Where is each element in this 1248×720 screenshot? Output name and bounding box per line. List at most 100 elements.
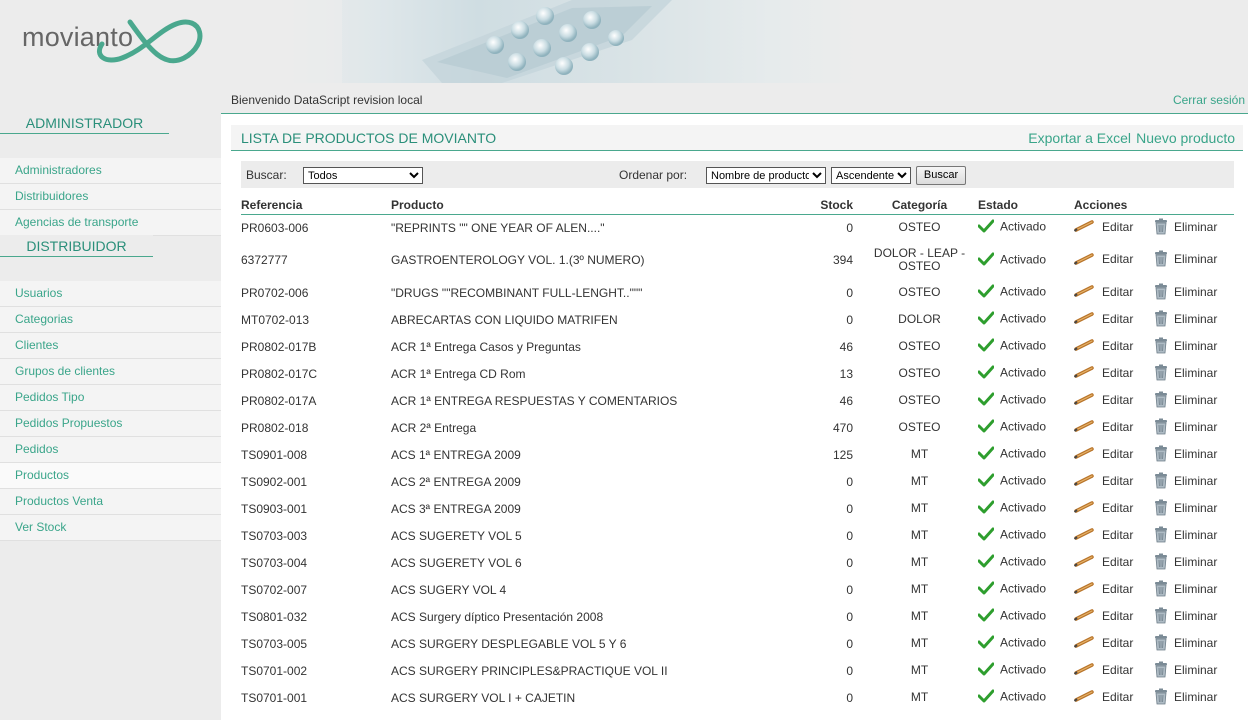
cell-editar[interactable]: Editar <box>1073 241 1154 279</box>
pencil-icon[interactable] <box>1073 420 1096 435</box>
pencil-icon[interactable] <box>1073 252 1096 268</box>
sidebar-item-agencias-de-transporte[interactable]: Agencias de transporte <box>0 210 221 236</box>
edit-link[interactable]: Editar <box>1102 555 1133 569</box>
pencil-icon[interactable] <box>1073 474 1096 489</box>
cell-eliminar[interactable]: Eliminar <box>1154 441 1234 468</box>
cell-editar[interactable]: Editar <box>1073 522 1154 549</box>
trash-icon[interactable] <box>1154 553 1168 573</box>
pencil-icon[interactable] <box>1073 366 1096 381</box>
trash-icon[interactable] <box>1154 661 1168 681</box>
cell-eliminar[interactable]: Eliminar <box>1154 657 1234 684</box>
pencil-icon[interactable] <box>1073 447 1096 462</box>
cell-eliminar[interactable]: Eliminar <box>1154 495 1234 522</box>
delete-link[interactable]: Eliminar <box>1174 393 1217 407</box>
delete-link[interactable]: Eliminar <box>1174 663 1217 677</box>
search-button[interactable]: Buscar <box>916 166 966 185</box>
column-header-stock[interactable]: Stock <box>811 197 861 215</box>
pencil-icon[interactable] <box>1073 555 1096 570</box>
cell-editar[interactable]: Editar <box>1073 306 1154 333</box>
edit-link[interactable]: Editar <box>1102 690 1133 704</box>
edit-link[interactable]: Editar <box>1102 609 1133 623</box>
pencil-icon[interactable] <box>1073 285 1096 300</box>
trash-icon[interactable] <box>1154 472 1168 492</box>
cell-editar[interactable]: Editar <box>1073 576 1154 603</box>
delete-link[interactable]: Eliminar <box>1174 555 1217 569</box>
pencil-icon[interactable] <box>1073 528 1096 543</box>
order-by-select[interactable]: Nombre de producto <box>706 167 826 184</box>
cell-editar[interactable]: Editar <box>1073 657 1154 684</box>
new-product-link[interactable]: Nuevo producto <box>1136 130 1235 146</box>
edit-link[interactable]: Editar <box>1102 501 1133 515</box>
delete-link[interactable]: Eliminar <box>1174 474 1217 488</box>
edit-link[interactable]: Editar <box>1102 447 1133 461</box>
edit-link[interactable]: Editar <box>1102 366 1133 380</box>
pencil-icon[interactable] <box>1073 690 1096 705</box>
cell-eliminar[interactable]: Eliminar <box>1154 603 1234 630</box>
cell-eliminar[interactable]: Eliminar <box>1154 576 1234 603</box>
trash-icon[interactable] <box>1154 445 1168 465</box>
pencil-icon[interactable] <box>1073 339 1096 354</box>
edit-link[interactable]: Editar <box>1102 220 1133 234</box>
cell-eliminar[interactable]: Eliminar <box>1154 333 1234 360</box>
edit-link[interactable]: Editar <box>1102 312 1133 326</box>
column-header-referencia[interactable]: Referencia <box>241 197 391 215</box>
cell-editar[interactable]: Editar <box>1073 603 1154 630</box>
delete-link[interactable]: Eliminar <box>1174 636 1217 650</box>
trash-icon[interactable] <box>1154 310 1168 330</box>
export-excel-link[interactable]: Exportar a Excel <box>1028 130 1131 146</box>
pencil-icon[interactable] <box>1073 663 1096 678</box>
delete-link[interactable]: Eliminar <box>1174 528 1217 542</box>
cell-eliminar[interactable]: Eliminar <box>1154 468 1234 495</box>
delete-link[interactable]: Eliminar <box>1174 501 1217 515</box>
pencil-icon[interactable] <box>1073 609 1096 624</box>
cell-editar[interactable]: Editar <box>1073 495 1154 522</box>
trash-icon[interactable] <box>1154 580 1168 600</box>
delete-link[interactable]: Eliminar <box>1174 252 1217 266</box>
sidebar-item-pedidos-propuestos[interactable]: Pedidos Propuestos <box>0 411 221 437</box>
edit-link[interactable]: Editar <box>1102 528 1133 542</box>
cell-eliminar[interactable]: Eliminar <box>1154 414 1234 441</box>
cell-editar[interactable]: Editar <box>1073 414 1154 441</box>
cell-editar[interactable]: Editar <box>1073 630 1154 657</box>
edit-link[interactable]: Editar <box>1102 285 1133 299</box>
cell-eliminar[interactable]: Eliminar <box>1154 549 1234 576</box>
cell-editar[interactable]: Editar <box>1073 441 1154 468</box>
delete-link[interactable]: Eliminar <box>1174 339 1217 353</box>
movianto-logo[interactable]: movianto <box>22 16 212 72</box>
edit-link[interactable]: Editar <box>1102 339 1133 353</box>
sidebar-item-categorias[interactable]: Categorias <box>0 307 221 333</box>
delete-link[interactable]: Eliminar <box>1174 582 1217 596</box>
trash-icon[interactable] <box>1154 391 1168 411</box>
cell-eliminar[interactable]: Eliminar <box>1154 522 1234 549</box>
edit-link[interactable]: Editar <box>1102 420 1133 434</box>
delete-link[interactable]: Eliminar <box>1174 366 1217 380</box>
order-direction-select[interactable]: Ascendente <box>831 167 911 184</box>
cell-eliminar[interactable]: Eliminar <box>1154 360 1234 387</box>
sidebar-item-pedidos[interactable]: Pedidos <box>0 437 221 463</box>
pencil-icon[interactable] <box>1073 582 1096 597</box>
delete-link[interactable]: Eliminar <box>1174 420 1217 434</box>
pencil-icon[interactable] <box>1073 393 1096 408</box>
sidebar-item-ver-stock[interactable]: Ver Stock <box>0 515 221 541</box>
edit-link[interactable]: Editar <box>1102 663 1133 677</box>
cell-editar[interactable]: Editar <box>1073 279 1154 306</box>
cell-editar[interactable]: Editar <box>1073 684 1154 711</box>
sidebar-item-clientes[interactable]: Clientes <box>0 333 221 359</box>
pencil-icon[interactable] <box>1073 636 1096 651</box>
cell-editar[interactable]: Editar <box>1073 387 1154 414</box>
pencil-icon[interactable] <box>1073 220 1096 235</box>
sidebar-item-distribuidores[interactable]: Distribuidores <box>0 184 221 210</box>
pencil-icon[interactable] <box>1073 312 1096 327</box>
sidebar-item-pedidos-tipo[interactable]: Pedidos Tipo <box>0 385 221 411</box>
trash-icon[interactable] <box>1154 607 1168 627</box>
trash-icon[interactable] <box>1154 283 1168 303</box>
sidebar-item-usuarios[interactable]: Usuarios <box>0 281 221 307</box>
trash-icon[interactable] <box>1154 418 1168 438</box>
column-header-estado[interactable]: Estado <box>978 197 1074 215</box>
sidebar-item-productos[interactable]: Productos <box>0 463 221 489</box>
sidebar-item-administradores[interactable]: Administradores <box>0 158 221 184</box>
pencil-icon[interactable] <box>1073 501 1096 516</box>
edit-link[interactable]: Editar <box>1102 582 1133 596</box>
cell-eliminar[interactable]: Eliminar <box>1154 241 1234 279</box>
edit-link[interactable]: Editar <box>1102 636 1133 650</box>
